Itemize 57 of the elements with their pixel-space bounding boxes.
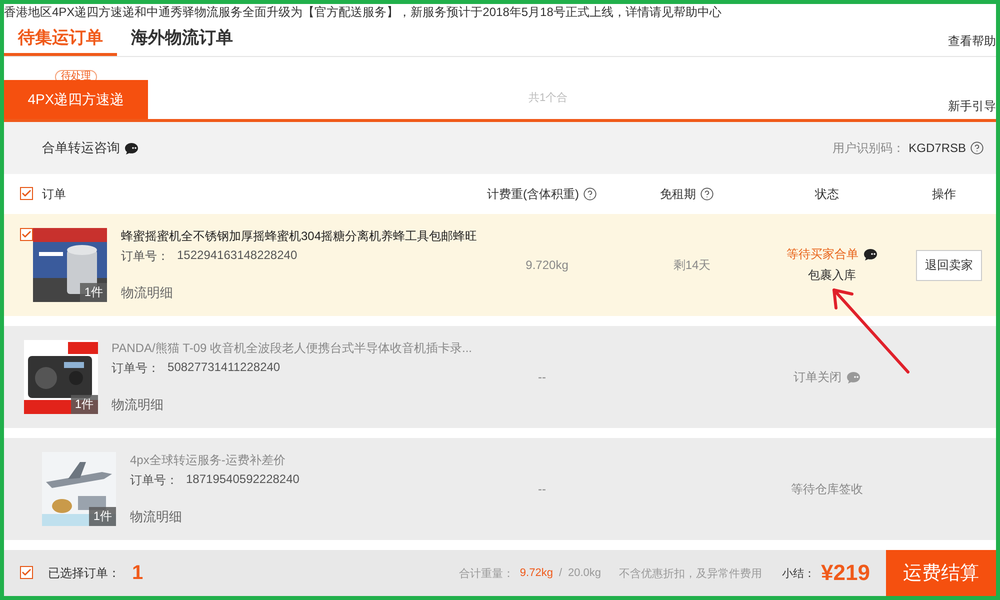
- quantity-badge: 1件: [80, 283, 107, 302]
- checkout-button[interactable]: 运费结算: [886, 550, 996, 596]
- total-weight: 9.72kg: [520, 567, 553, 579]
- selected-count: 1: [132, 562, 144, 584]
- help-icon[interactable]: [700, 187, 714, 201]
- column-header: 计费重(含体积重): [487, 186, 579, 202]
- help-icon[interactable]: [583, 187, 597, 201]
- order-number: 50827731411228240: [168, 360, 280, 376]
- column-header: 状态: [815, 186, 839, 202]
- return-button[interactable]: 退回卖家: [916, 250, 982, 280]
- subtotal: ¥219: [821, 560, 870, 586]
- status-text: 订单关闭: [794, 368, 842, 386]
- merge-count: 共1个合: [527, 91, 569, 106]
- subtotal-label: 小结：: [782, 566, 816, 580]
- separator: /: [558, 567, 562, 579]
- column-header: 操作: [932, 186, 956, 202]
- total-weight-label: 合计重量：: [458, 566, 514, 580]
- weight-limit: 20.0kg: [568, 567, 602, 579]
- order-number: 152294163148228240: [177, 248, 298, 264]
- logistics-link[interactable]: 物流明细: [121, 284, 478, 302]
- user-code-label: 用户识别码：: [832, 140, 905, 156]
- product-title[interactable]: 蜂蜜摇蜜机全不锈钢加厚摇蜂蜜机304摇糖分离机养蜂工具包邮蜂旺: [121, 228, 478, 245]
- fee-note: 不含优惠折扣，及异常件费用: [619, 566, 762, 580]
- tab[interactable]: 待集运订单: [4, 22, 117, 56]
- order-number-label: 订单号：: [130, 472, 178, 489]
- help-link[interactable]: 查看帮助: [948, 33, 996, 50]
- chat-icon[interactable]: [124, 142, 139, 154]
- weight-value: --: [538, 370, 546, 384]
- consult-label: 合单转运咨询: [42, 139, 120, 157]
- order-number: 18719540592228240: [186, 472, 300, 488]
- weight-value: 9.720kg: [526, 258, 568, 272]
- chat-icon[interactable]: [862, 248, 878, 261]
- guide-link[interactable]: 新手引导: [948, 98, 996, 115]
- column-header: 免租期: [660, 186, 696, 202]
- quantity-badge: 1件: [89, 507, 116, 526]
- user-code: KGD7RSB: [908, 141, 966, 155]
- tab[interactable]: 海外物流订单: [117, 22, 247, 56]
- product-title[interactable]: 4px全球转运服务-运费补差价: [130, 452, 300, 469]
- checkbox[interactable]: [20, 228, 33, 241]
- logistics-link[interactable]: 物流明细: [130, 508, 300, 526]
- checkbox[interactable]: [20, 186, 33, 200]
- status-text: 等待买家合单: [786, 246, 859, 263]
- status-note: 包裹入库: [808, 267, 856, 284]
- quantity-badge: 1件: [70, 395, 98, 414]
- carrier-tab[interactable]: 4PX递四方速递: [4, 80, 148, 119]
- product-title[interactable]: PANDA/熊猫 T-09 收音机全波段老人便携台式半导体收音机插卡录...: [112, 340, 472, 357]
- logistics-link[interactable]: 物流明细: [112, 396, 472, 414]
- selected-label: 已选择订单：: [48, 564, 120, 582]
- checkbox[interactable]: [20, 566, 33, 578]
- column-header: 订单: [42, 186, 66, 202]
- free-period-value: 剩14天: [673, 256, 711, 274]
- order-number-label: 订单号：: [112, 360, 160, 377]
- weight-value: --: [538, 482, 546, 496]
- status-text: 等待仓库签收: [791, 480, 863, 498]
- notice-text: 香港地区4PX递四方速递和中通秀驿物流服务全面升级为【官方配送服务】，新服务预计于2018年5月18号正式上线，详情请见帮助中心: [4, 4, 722, 21]
- order-number-label: 订单号：: [121, 248, 169, 265]
- help-icon[interactable]: [970, 141, 984, 155]
